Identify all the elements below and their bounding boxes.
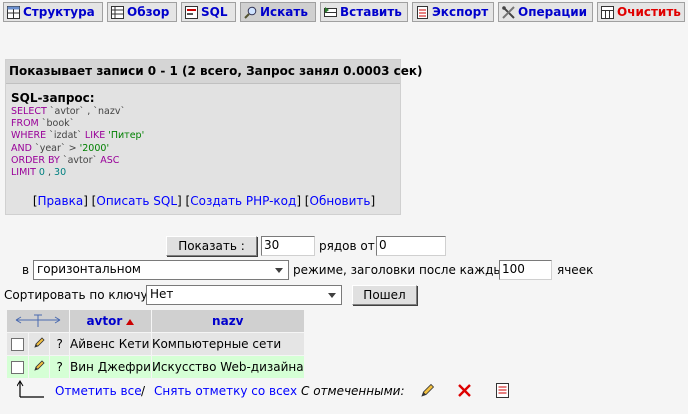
tab-export-label: Экспорт (432, 5, 489, 19)
sort-key-select[interactable]: Нет (146, 285, 342, 305)
bulk-separator: / (141, 384, 146, 398)
edit-pencil-icon[interactable] (33, 336, 45, 352)
sort-avtor-link[interactable]: avtor (86, 314, 122, 328)
sort-ascending-icon (126, 314, 135, 328)
with-selected-label: С отмеченными: (301, 384, 405, 398)
sort-key-value: Нет (150, 287, 174, 301)
tab-empty-label: Очистить (617, 5, 681, 19)
row-checkbox[interactable] (10, 361, 24, 374)
edit-selected-pencil-icon[interactable] (420, 383, 435, 401)
table-row: ? Айвенс Кети Компьютерные сети (7, 333, 304, 355)
show-button[interactable]: Показать : (166, 236, 257, 256)
row-marker: ? (50, 333, 69, 355)
insert-row-icon (324, 6, 337, 19)
cell-avtor: Айвенс Кети (70, 333, 151, 355)
bulk-actions-bar: Отметить все / Снять отметку со всех С о… (0, 380, 688, 404)
tab-empty[interactable]: Очистить (597, 2, 685, 22)
row-checkbox-cell (7, 356, 28, 378)
tab-structure-label: Структура (23, 5, 95, 19)
sort-by-key-label: Сортировать по ключу: (4, 288, 152, 302)
start-row-input[interactable]: 0 (376, 236, 446, 256)
chevron-down-icon (328, 293, 336, 298)
arrow-corner-icon (16, 380, 47, 403)
sql-line: LIMIT 0 , 30 (11, 167, 67, 179)
cell-nazv: Искусство Web-дизайна (151, 356, 304, 378)
edit-cell (28, 356, 50, 378)
column-arrows-header[interactable] (7, 310, 69, 332)
row-marker: ? (50, 356, 69, 378)
tab-browse-label: Обзор (127, 5, 170, 19)
check-all-link[interactable]: Отметить все (55, 384, 142, 398)
sql-line: FROM `book` (11, 118, 75, 130)
results-table: avtor nazv ? Айвенс Кети Компьютерные се… (6, 309, 305, 379)
mode-label: режиме, заголовки после каждых (293, 263, 510, 277)
cells-label: ячеек (557, 263, 594, 277)
table-header-row: avtor nazv (7, 310, 304, 332)
sql-links: [Правка] [Описать SQL] [Создать PHP-код]… (32, 194, 376, 208)
row-checkbox-cell (7, 333, 28, 355)
export-icon (416, 5, 429, 19)
sql-line: AND `year` > '2000' (11, 142, 110, 154)
left-right-arrows-icon (13, 314, 63, 330)
rows-shown-header: Показывает записи 0 - 1 (2 всего, Запрос… (6, 60, 423, 84)
display-mode-select[interactable]: горизонтальном (33, 260, 289, 280)
tab-insert[interactable]: Вставить (320, 2, 408, 22)
browse-table-icon (111, 5, 124, 19)
empty-table-icon (601, 5, 614, 19)
search-magnifier-icon (244, 6, 257, 19)
column-header-nazv[interactable]: nazv (151, 310, 304, 332)
tab-export[interactable]: Экспорт (412, 2, 494, 22)
cell-avtor: Вин Джефри (70, 356, 151, 378)
column-header-avtor[interactable]: avtor (70, 310, 151, 332)
sort-nazv-link[interactable]: nazv (212, 314, 243, 328)
edit-cell (28, 333, 50, 355)
tab-insert-label: Вставить (340, 5, 402, 19)
sql-query-text: SELECT `avtor` , `nazv` FROM `book` WHER… (11, 106, 144, 179)
tab-operations[interactable]: Операции (498, 2, 593, 22)
tab-bar: Структура Обзор SQL Искать Вставить Эксп… (0, 0, 688, 24)
query-result-message: Показывает записи 0 - 1 (2 всего, Запрос… (5, 59, 423, 215)
create-php-link[interactable]: Создать PHP-код (190, 194, 296, 208)
go-button[interactable]: Пошел (352, 285, 417, 305)
table-row: ? Вин Джефри Искусство Web-дизайна (7, 356, 304, 378)
uncheck-all-link[interactable]: Снять отметку со всех (154, 384, 297, 398)
refresh-link[interactable]: Обновить (310, 194, 371, 208)
chevron-down-icon (275, 268, 283, 273)
sql-query-title: SQL-запрос: (11, 91, 95, 105)
sql-line: WHERE `izdat` LIKE 'Питер' (11, 130, 145, 142)
rows-count-input[interactable]: 30 (261, 236, 315, 256)
tab-search[interactable]: Искать (240, 2, 316, 22)
table-structure-icon (7, 5, 20, 19)
delete-selected-icon[interactable] (457, 383, 472, 401)
cell-nazv: Компьютерные сети (151, 333, 304, 355)
display-mode-value: горизонтальном (37, 262, 141, 276)
in-label: в (22, 263, 30, 277)
sql-line: ORDER BY `avtor` ASC (11, 154, 120, 166)
sql-icon (185, 5, 198, 19)
tab-structure[interactable]: Структура (3, 2, 103, 22)
tab-browse[interactable]: Обзор (107, 2, 177, 22)
tab-search-label: Искать (260, 5, 308, 19)
explain-sql-link[interactable]: Описать SQL (96, 194, 177, 208)
edit-pencil-icon[interactable] (33, 359, 45, 375)
row-checkbox[interactable] (10, 338, 24, 351)
export-selected-icon[interactable] (495, 383, 510, 401)
rows-from-label: рядов от (319, 239, 375, 253)
tab-operations-label: Операции (518, 5, 588, 19)
tab-sql-label: SQL (201, 5, 228, 19)
repeat-headers-input[interactable]: 100 (499, 260, 552, 280)
operations-tools-icon (502, 5, 515, 19)
sql-line: SELECT `avtor` , `nazv` (11, 106, 126, 117)
tab-sql[interactable]: SQL (181, 2, 236, 22)
edit-sql-link[interactable]: Правка (38, 194, 84, 208)
